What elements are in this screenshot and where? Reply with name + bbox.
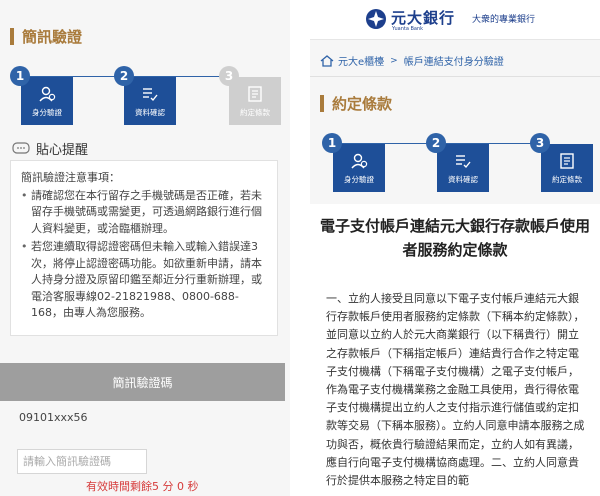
notice-box: 簡訊驗證注意事項： 請確認您在本行留存之手機號碼是否正確，若未留存手機號碼或需變…: [10, 160, 278, 336]
terms-panel: 元大銀行 Yuanta Bank 大衆的專業銀行 元大e櫃檯 > 帳戶連結支付身…: [310, 0, 600, 496]
checklist-icon: [456, 154, 471, 168]
divider: [310, 76, 600, 77]
identity-icon: [39, 86, 56, 101]
chat-bubble-icon: [12, 141, 30, 154]
step-3-terms: 約定條款: [541, 144, 593, 192]
step-3-number: 3: [530, 133, 550, 153]
terms-title: 約定條款: [320, 93, 392, 114]
breadcrumb-home[interactable]: 元大e櫃檯: [338, 53, 384, 68]
step-1-identity: 身分驗證: [333, 144, 385, 192]
step-1-identity: 身分驗證: [21, 77, 73, 125]
bank-slogan: 大衆的專業銀行: [472, 15, 536, 25]
step-3-number: 3: [219, 66, 239, 86]
notice-item-2: 若您連續取得認證密碼但未輸入或輸入錯誤達3次，將停止認證密碼功能。如欲重新申請，…: [21, 239, 267, 322]
checklist-icon: [143, 87, 158, 101]
notice-item-1: 請確認您在本行留存之手機號碼是否正確，若未留存手機號碼或需變更，可透過網路銀行進…: [21, 188, 267, 238]
chevron-right-icon: >: [390, 55, 398, 66]
sms-code-button[interactable]: 簡訊驗證碼: [0, 363, 285, 401]
bank-name: 元大銀行: [391, 9, 456, 27]
breadcrumb-current[interactable]: 帳戶連結支付身分驗證: [404, 53, 504, 68]
step-1-label: 身分驗證: [344, 174, 374, 184]
step-2-label: 資料確認: [448, 174, 478, 184]
reminder-title: 貼心提醒: [36, 143, 89, 158]
page-title-text: 簡訊驗證: [22, 28, 83, 46]
step-2-label: 資料確認: [135, 107, 165, 117]
step-2-data-confirm: 資料確認: [124, 77, 176, 125]
panel-gap: [290, 0, 310, 496]
countdown-timer: 有效時間剩餘5 分 0 秒: [86, 480, 199, 493]
home-icon[interactable]: [320, 54, 334, 67]
step-1-number: 1: [10, 66, 30, 86]
document-title: 電子支付帳戶連結元大銀行存款帳戶使用者服務約定條款: [319, 217, 590, 259]
sms-code-input[interactable]: [17, 449, 147, 474]
step-3-label: 約定條款: [552, 174, 582, 184]
identity-icon: [351, 153, 368, 168]
title-accent-bar: [320, 95, 324, 112]
bank-name-en: Yuanta Bank: [392, 26, 424, 32]
document-icon: [560, 152, 574, 169]
phone-number: 09101xxx56: [19, 411, 88, 424]
bank-logo-icon[interactable]: [365, 8, 387, 30]
terms-title-text: 約定條款: [332, 95, 393, 113]
step-2-number: 2: [426, 133, 446, 153]
step-2-data-confirm: 資料確認: [437, 144, 489, 192]
page-title: 簡訊驗證: [10, 26, 82, 47]
sms-verification-panel: 簡訊驗證 1 身分驗證 2 資料確認 3 約定條款 貼心提醒 簡訊驗證注意事項：…: [0, 0, 290, 496]
step-3-terms: 約定條款: [229, 77, 281, 125]
bank-header: 元大銀行 Yuanta Bank 大衆的專業銀行: [310, 0, 600, 40]
step-1-number: 1: [322, 133, 342, 153]
document-body: 一、立約人接受且同意以下電子支付帳戶連結元大銀行存款帳戶使用者服務約定條款（下稱…: [326, 292, 585, 488]
step-1-label: 身分驗證: [32, 107, 62, 117]
step-3-label: 約定條款: [240, 107, 270, 117]
notice-title: 簡訊驗證注意事項：: [21, 171, 120, 184]
breadcrumb: 元大e櫃檯 > 帳戶連結支付身分驗證: [320, 53, 504, 68]
title-accent-bar: [10, 28, 14, 45]
reminder-heading: 貼心提醒: [12, 139, 88, 158]
notice-list: 請確認您在本行留存之手機號碼是否正確，若未留存手機號碼或需變更，可透過網路銀行進…: [21, 188, 267, 322]
document-icon: [248, 85, 262, 102]
step-2-number: 2: [114, 66, 134, 86]
terms-document: 電子支付帳戶連結元大銀行存款帳戶使用者服務約定條款 一、立約人接受且同意以下電子…: [310, 204, 600, 496]
